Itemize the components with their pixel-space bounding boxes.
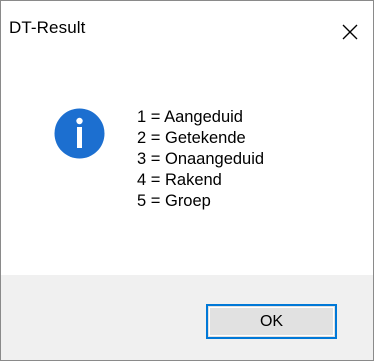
- button-bar: OK: [1, 275, 373, 360]
- dialog-content: 1 = Aangeduid 2 = Getekende 3 = Onaanged…: [1, 63, 373, 275]
- ok-button[interactable]: OK: [206, 304, 337, 339]
- message-line: 4 = Rakend: [137, 171, 222, 189]
- message-dialog: DT-Result 1 = Aangeduid 2 = Getekende 3 …: [0, 0, 374, 361]
- message-line: 3 = Onaangeduid: [137, 150, 265, 168]
- message-line: 2 = Getekende: [137, 129, 246, 147]
- message-line: 5 = Groep: [137, 192, 211, 210]
- message-line: 1 = Aangeduid: [137, 108, 243, 126]
- close-icon: [342, 24, 358, 40]
- close-button[interactable]: [327, 1, 373, 63]
- info-icon: [54, 108, 105, 159]
- message-text: 1 = Aangeduid 2 = Getekende 3 = Onaanged…: [137, 107, 264, 212]
- ok-button-label: OK: [259, 312, 284, 330]
- window-title: DT-Result: [9, 18, 86, 37]
- title-bar[interactable]: DT-Result: [1, 1, 373, 63]
